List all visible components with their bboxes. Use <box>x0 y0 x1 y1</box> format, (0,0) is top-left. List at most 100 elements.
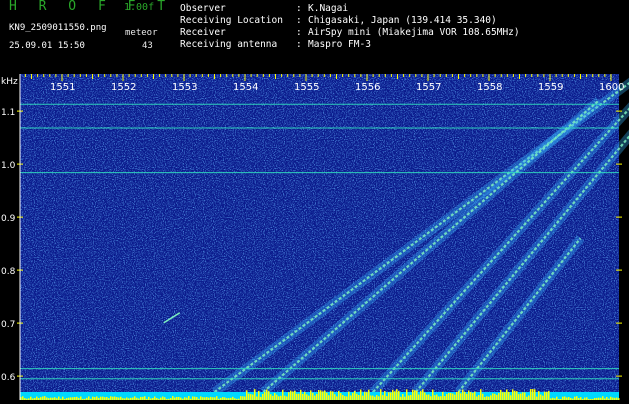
bottom-spike <box>436 394 438 400</box>
bottom-spike <box>404 397 406 400</box>
bottom-spike <box>410 395 412 400</box>
bottom-spike <box>356 394 358 400</box>
bottom-spike <box>544 392 546 400</box>
bottom-spike <box>246 390 248 400</box>
x-tick-label: 1557 <box>416 82 441 93</box>
bottom-spike <box>370 395 372 400</box>
bottom-spike <box>272 396 274 400</box>
bottom-spike <box>448 393 450 400</box>
bottom-spike <box>62 397 64 400</box>
spectrogram-plot: 1551155215531554155515561557155815591600… <box>0 74 629 400</box>
bottom-spike <box>482 394 484 400</box>
bottom-spike <box>314 396 316 400</box>
bottom-spike <box>372 396 374 400</box>
bottom-spike <box>298 394 300 400</box>
bottom-spike <box>414 390 416 400</box>
location-value: Chigasaki, Japan (139.414 35.340) <box>308 15 497 27</box>
bottom-spike <box>322 391 324 400</box>
bottom-spike <box>520 394 522 400</box>
bottom-spike <box>80 396 82 400</box>
bottom-spike <box>216 396 218 400</box>
bottom-spike <box>256 396 258 400</box>
bottom-spike <box>282 390 284 400</box>
bottom-spike <box>366 392 368 400</box>
bottom-spike <box>172 396 174 400</box>
bottom-spike <box>542 396 544 400</box>
antenna-colon: : <box>296 39 302 51</box>
bottom-spike <box>516 391 518 400</box>
bottom-spike <box>492 393 494 400</box>
antenna-label: Receiving antenna <box>180 39 277 51</box>
bottom-spike <box>336 396 338 400</box>
bottom-spike <box>378 396 380 400</box>
bottom-spike <box>276 395 278 400</box>
x-tick-label: 1554 <box>233 82 258 93</box>
bottom-spike <box>418 395 420 400</box>
bottom-spike <box>268 391 270 400</box>
bottom-spike <box>248 394 250 400</box>
location-label: Receiving Location <box>180 15 283 27</box>
bottom-spike <box>442 392 444 400</box>
bottom-spike <box>500 390 502 400</box>
receiver-colon: : <box>296 27 302 39</box>
bottom-spike <box>302 394 304 400</box>
receiver-label: Receiver <box>180 27 226 39</box>
bottom-spike <box>522 392 524 400</box>
y-tick-label: 1.1 <box>1 108 15 118</box>
bottom-spike <box>576 396 578 400</box>
bottom-spike <box>364 392 366 400</box>
bottom-spike <box>450 393 452 400</box>
bottom-spike <box>458 391 460 400</box>
bottom-spike <box>496 395 498 400</box>
bottom-spike <box>564 396 566 400</box>
bottom-spike <box>426 395 428 400</box>
bottom-spike <box>344 396 346 400</box>
bottom-spike <box>188 396 190 400</box>
bottom-spike <box>394 391 396 400</box>
bottom-spike <box>428 394 430 400</box>
bottom-spike <box>382 395 384 400</box>
bottom-spike <box>510 395 512 400</box>
bottom-spike <box>474 392 476 400</box>
bottom-spike <box>504 392 506 400</box>
y-tick-label: 0.7 <box>1 320 15 330</box>
bottom-spike <box>536 397 538 400</box>
bottom-spike <box>284 396 286 400</box>
bottom-spike <box>360 390 362 400</box>
bottom-spike <box>456 392 458 400</box>
bottom-spike <box>478 395 480 400</box>
bottom-spike <box>110 396 112 400</box>
x-tick-label: 1553 <box>172 82 197 93</box>
bottom-spike <box>266 390 268 400</box>
bottom-spike <box>192 396 194 400</box>
bottom-spike <box>476 396 478 400</box>
bottom-spike <box>392 390 394 400</box>
bottom-spike <box>540 395 542 400</box>
bottom-spike <box>466 394 468 400</box>
bottom-spike <box>354 391 356 400</box>
bottom-spike <box>244 396 246 400</box>
bottom-spike <box>308 396 310 400</box>
bottom-spike <box>312 393 314 400</box>
bottom-spike <box>444 396 446 400</box>
bottom-spike <box>102 397 104 400</box>
bottom-spike <box>358 395 360 400</box>
bottom-spike <box>408 395 410 400</box>
bottom-spike <box>58 397 60 400</box>
bottom-spike <box>306 394 308 400</box>
bottom-spike <box>200 396 202 400</box>
bottom-spike <box>292 392 294 400</box>
bottom-spike <box>262 394 264 400</box>
bottom-spike <box>296 394 298 400</box>
bottom-spike <box>114 397 116 400</box>
bottom-spike <box>300 390 302 400</box>
bottom-spike <box>538 391 540 400</box>
x-tick-label: 1551 <box>50 82 75 93</box>
bottom-spike <box>334 394 336 400</box>
bottom-spike <box>352 393 354 400</box>
bottom-spike <box>340 393 342 400</box>
header-bar: H R O F F T 1.00f KN9_2509011550.png met… <box>0 0 629 74</box>
bottom-spike <box>242 396 244 400</box>
bottom-spike <box>274 393 276 400</box>
antenna-value: Maspro FM-3 <box>308 39 371 51</box>
